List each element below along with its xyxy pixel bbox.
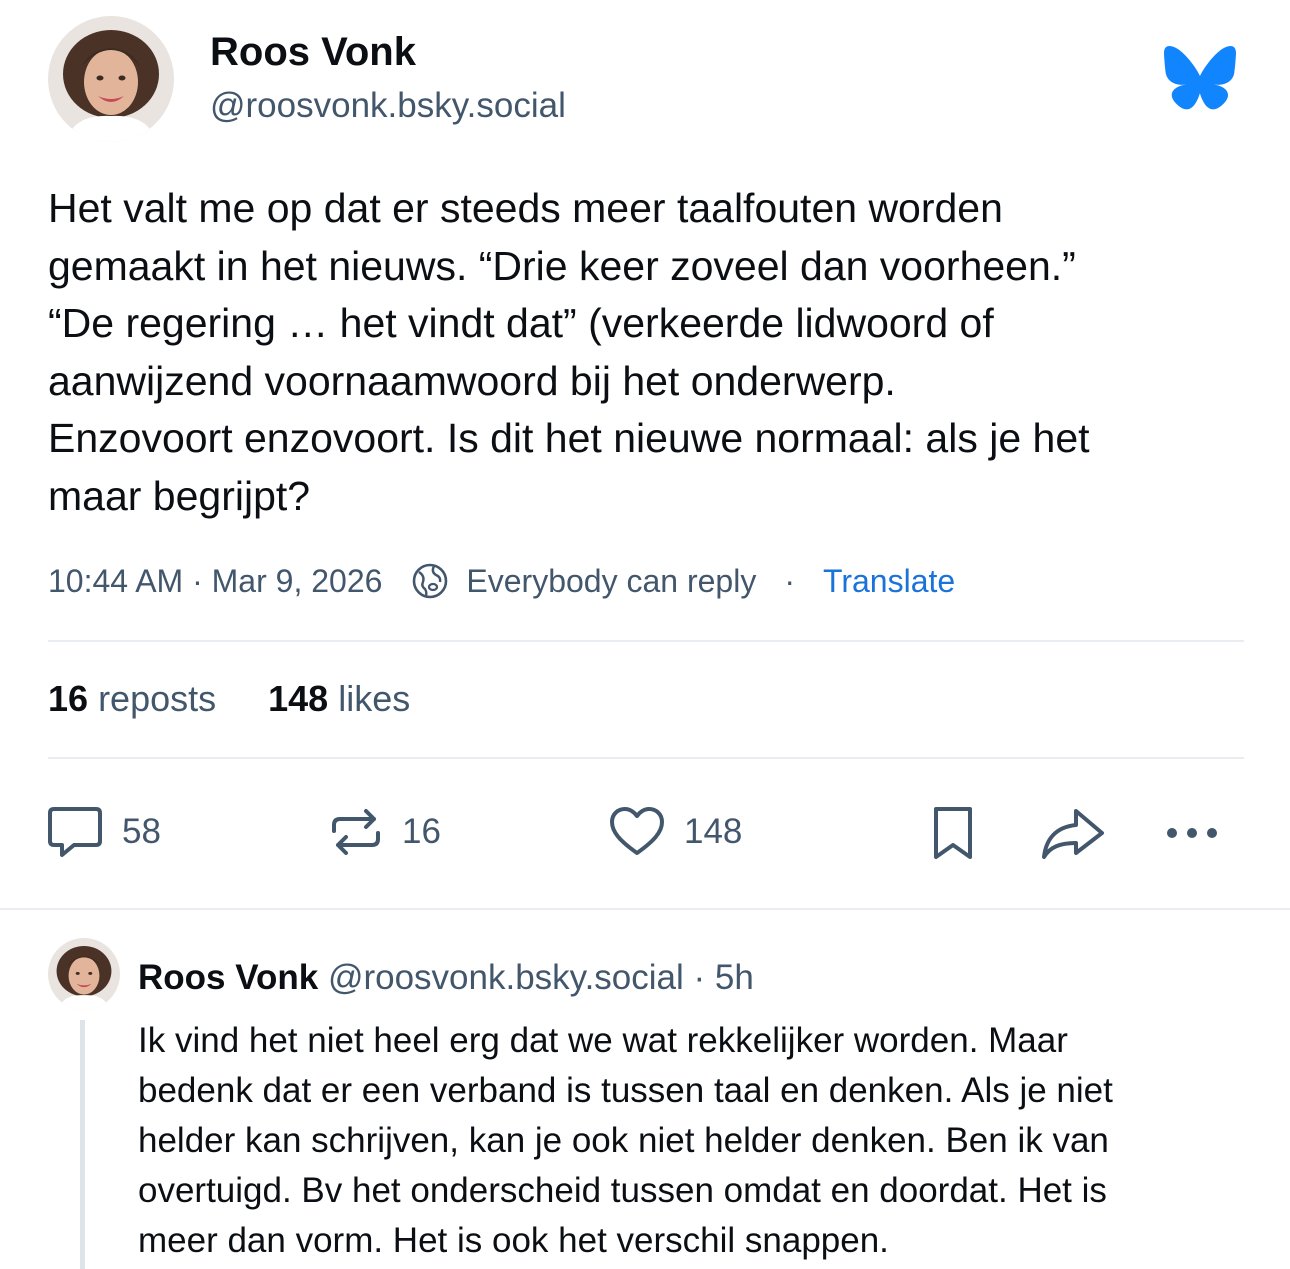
reply-setting[interactable]: Everybody can reply xyxy=(466,563,756,600)
post-timestamp[interactable]: 10:44 AM · Mar 9, 2026 xyxy=(48,563,382,600)
action-bar: 58 16 148 xyxy=(0,800,1290,864)
share-button[interactable] xyxy=(1040,800,1106,864)
bookmark-button[interactable] xyxy=(928,800,978,864)
post-meta: 10:44 AM · Mar 9, 2026 Everybody can rep… xyxy=(48,558,955,604)
thread-line xyxy=(80,1020,85,1269)
speech-bubble-icon xyxy=(46,803,104,861)
globe-icon xyxy=(410,561,450,601)
more-options-button[interactable] xyxy=(1164,800,1224,864)
reply-time[interactable]: · 5h xyxy=(694,958,754,997)
reply-author-handle[interactable]: @roosvonk.bsky.social xyxy=(328,958,684,997)
repost-button[interactable]: 16 xyxy=(328,800,441,864)
author-avatar[interactable] xyxy=(48,16,174,142)
author-name[interactable]: Roos Vonk xyxy=(210,30,416,75)
likes-label: likes xyxy=(338,678,411,719)
reply-header: Roos Vonk @roosvonk.bsky.social · 5h xyxy=(138,958,754,998)
divider xyxy=(48,757,1244,759)
reposts-stat[interactable]: 16 reposts xyxy=(48,678,216,720)
heart-outline-icon xyxy=(608,803,666,861)
likes-count: 148 xyxy=(268,678,329,719)
reply-text: Ik vind het niet heel erg dat we wat rek… xyxy=(138,1021,1113,1260)
reposts-count: 16 xyxy=(48,678,89,719)
share-arrow-icon xyxy=(1040,803,1106,861)
translate-link[interactable]: Translate xyxy=(823,563,955,600)
reply-button[interactable]: 58 xyxy=(46,800,161,864)
like-button[interactable]: 148 xyxy=(608,800,742,864)
repost-arrows-icon xyxy=(328,803,384,861)
divider xyxy=(0,908,1290,910)
meta-separator: · xyxy=(784,562,795,599)
like-count: 148 xyxy=(684,812,743,851)
post-text: Het valt me op dat er steeds meer taalfo… xyxy=(48,185,1090,519)
reply-author-avatar[interactable] xyxy=(48,938,120,1010)
divider xyxy=(48,640,1244,642)
main-post: Roos Vonk @roosvonk.bsky.social Het valt… xyxy=(0,0,1290,910)
author-handle[interactable]: @roosvonk.bsky.social xyxy=(210,86,566,126)
reply-author-name[interactable]: Roos Vonk xyxy=(138,958,318,997)
reposts-label: reposts xyxy=(98,678,217,719)
bookmark-icon xyxy=(928,803,978,861)
butterfly-icon[interactable] xyxy=(1164,46,1236,110)
repost-count: 16 xyxy=(402,812,441,851)
post-stats: 16 reposts 148 likes xyxy=(48,678,410,720)
reply-post[interactable]: Roos Vonk @roosvonk.bsky.social · 5h Ik … xyxy=(0,930,1290,1269)
likes-stat[interactable]: 148 likes xyxy=(268,678,410,720)
ellipsis-icon xyxy=(1164,803,1224,861)
reply-count: 58 xyxy=(122,812,161,851)
